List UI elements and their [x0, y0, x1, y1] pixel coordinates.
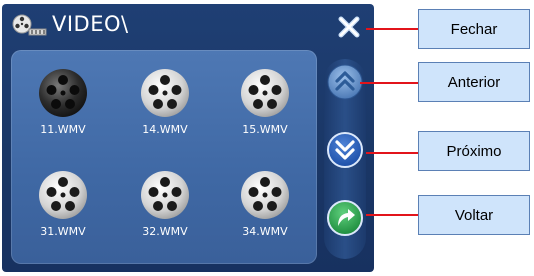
file-name: 31.WMV [40, 225, 86, 238]
video-browser-window: VIDEO\ 11.WMV 14.WMV 15.WMV 31.WMV 32.WM… [2, 4, 374, 272]
back-button[interactable] [326, 199, 364, 237]
previous-page-button[interactable] [326, 63, 364, 101]
file-item[interactable]: 34.WMV [225, 168, 305, 252]
file-name: 11.WMV [40, 123, 86, 136]
file-item[interactable]: 32.WMV [125, 168, 205, 252]
file-item[interactable]: 11.WMV [23, 66, 103, 150]
file-name: 34.WMV [242, 225, 288, 238]
back-callout-line [366, 214, 418, 216]
title-bar: VIDEO\ [2, 4, 374, 48]
close-callout-line [366, 28, 418, 30]
next-callout-line [366, 152, 418, 154]
previous-callout-line [360, 82, 418, 84]
film-reel-icon [241, 171, 289, 219]
callout-close: Fechar [418, 9, 530, 49]
file-grid-panel: 11.WMV 14.WMV 15.WMV 31.WMV 32.WMV 34.WM… [11, 50, 317, 264]
film-reel-icon [141, 171, 189, 219]
film-reel-icon [241, 69, 289, 117]
callout-previous: Anterior [418, 62, 530, 102]
close-button[interactable] [338, 16, 360, 38]
next-page-button[interactable] [326, 131, 364, 169]
callout-next: Próximo [418, 131, 530, 171]
film-reel-icon [141, 69, 189, 117]
window-title: VIDEO\ [52, 12, 129, 36]
film-reel-icon [39, 171, 87, 219]
file-item[interactable]: 14.WMV [125, 66, 205, 150]
film-reel-icon [39, 69, 87, 117]
file-name: 15.WMV [242, 123, 288, 136]
callout-back: Voltar [418, 195, 530, 235]
film-reel-camera-icon [12, 14, 47, 36]
file-item[interactable]: 15.WMV [225, 66, 305, 150]
file-name: 32.WMV [142, 225, 188, 238]
file-item[interactable]: 31.WMV [23, 168, 103, 252]
file-name: 14.WMV [142, 123, 188, 136]
